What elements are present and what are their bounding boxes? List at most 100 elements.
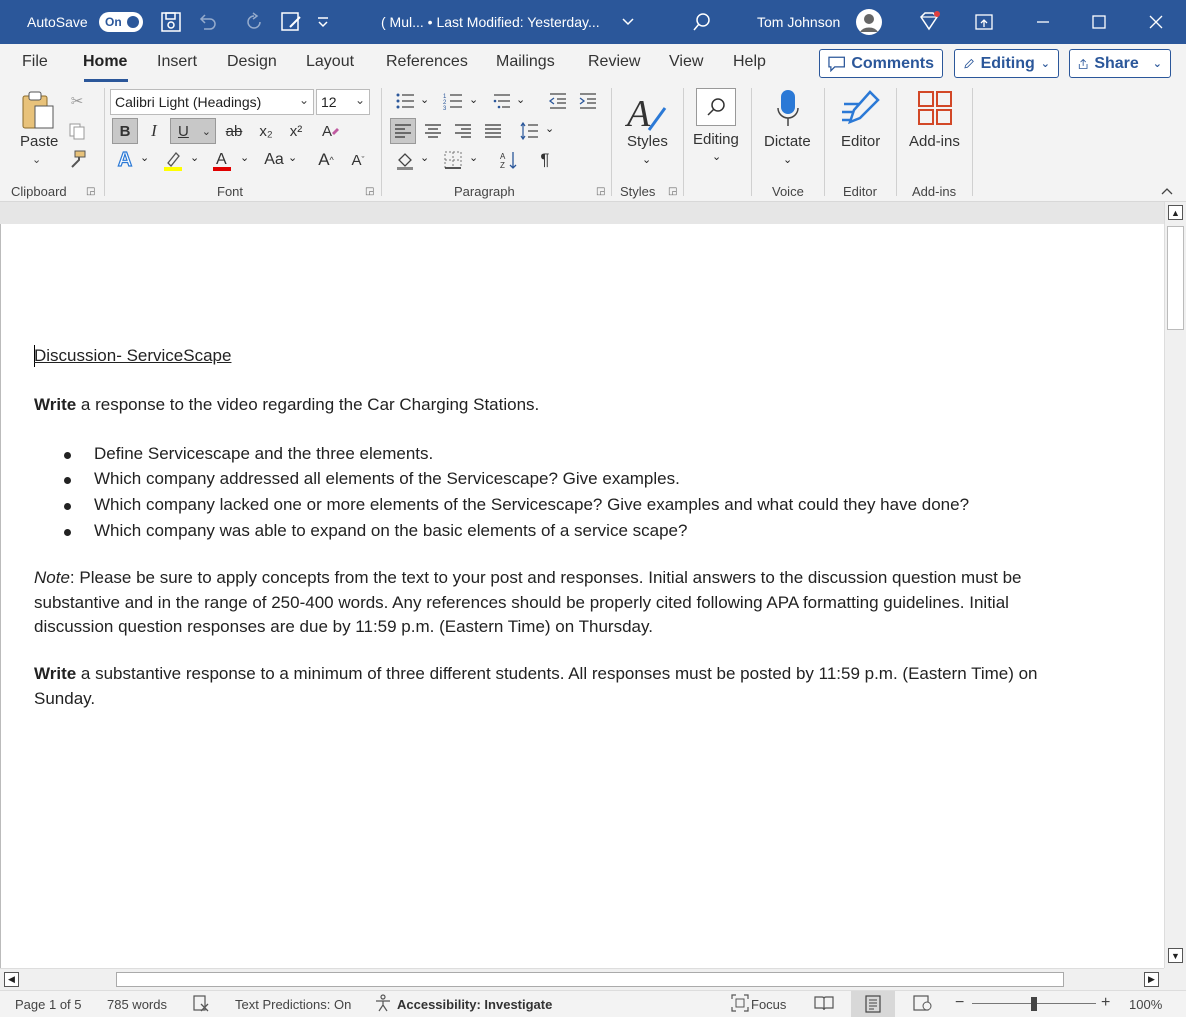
paragraph-intro[interactable]: Write a response to the video regarding … <box>34 395 539 415</box>
horizontal-scroll-thumb[interactable] <box>116 972 1064 987</box>
shading-icon[interactable] <box>392 147 418 173</box>
sort-icon[interactable]: AZ <box>496 147 522 173</box>
copy-icon[interactable] <box>64 118 90 144</box>
addins-button[interactable] <box>917 90 953 131</box>
text-predictions-status[interactable]: Text Predictions: On <box>235 997 351 1012</box>
tab-file[interactable]: File <box>22 53 48 71</box>
document-title[interactable]: ( Mul... • Last Modified: Yesterday... <box>381 0 600 44</box>
chevron-down-icon[interactable]: ⌄ <box>288 151 297 164</box>
note-line-3[interactable]: discussion question responses are due by… <box>34 617 653 637</box>
response-line-2[interactable]: Sunday. <box>34 689 95 709</box>
search-icon[interactable] <box>692 0 712 44</box>
accessibility-icon[interactable] <box>374 994 392 1015</box>
web-layout-icon[interactable] <box>913 994 933 1015</box>
proofing-icon[interactable] <box>192 994 210 1015</box>
tab-home[interactable]: Home <box>83 53 127 71</box>
underline-button[interactable]: U ⌄ <box>170 118 216 144</box>
text-effects-icon[interactable]: A <box>112 147 138 173</box>
line-spacing-icon[interactable] <box>516 118 542 144</box>
italic-button[interactable]: I <box>141 118 167 144</box>
grow-font-button[interactable]: A ^ <box>313 147 339 173</box>
collapse-ribbon-icon[interactable] <box>1160 184 1174 199</box>
chevron-down-icon[interactable]: ⌄ <box>190 151 199 164</box>
tab-references[interactable]: References <box>386 53 468 71</box>
scroll-right-arrow-icon[interactable]: ▶ <box>1144 972 1159 987</box>
chevron-down-icon[interactable]: ⌄ <box>516 93 525 106</box>
highlight-icon[interactable] <box>160 147 186 173</box>
dictate-button[interactable] <box>775 88 801 133</box>
editing-mode-button[interactable]: Editing ⌄ <box>954 49 1059 78</box>
cut-icon[interactable]: ✂ <box>64 88 90 114</box>
autosave-toggle[interactable]: On <box>99 12 143 32</box>
shrink-font-button[interactable]: Aˇ <box>345 147 371 173</box>
vertical-scroll-thumb[interactable] <box>1167 226 1184 330</box>
align-center-icon[interactable] <box>420 118 446 144</box>
redo-icon[interactable] <box>243 0 265 44</box>
minimize-icon[interactable] <box>1036 0 1050 44</box>
scroll-left-arrow-icon[interactable]: ◀ <box>4 972 19 987</box>
close-icon[interactable] <box>1149 0 1163 44</box>
tab-design[interactable]: Design <box>227 53 277 71</box>
font-color-icon[interactable]: A <box>209 147 235 173</box>
chevron-down-icon[interactable]: ⌄ <box>642 153 651 166</box>
borders-icon[interactable] <box>440 147 466 173</box>
avatar[interactable] <box>855 0 883 44</box>
strikethrough-button[interactable]: ab <box>221 118 247 144</box>
focus-icon[interactable] <box>731 994 749 1015</box>
zoom-slider-thumb[interactable] <box>1031 997 1037 1011</box>
list-item[interactable]: Which company was able to expand on the … <box>94 521 687 541</box>
document-heading[interactable]: Discussion- ServiceScape <box>34 346 231 366</box>
document-page[interactable]: Discussion- ServiceScape Write a respons… <box>0 224 1164 968</box>
show-formatting-marks-button[interactable]: ¶ <box>532 147 558 173</box>
chevron-down-icon[interactable] <box>621 0 635 44</box>
diamond-icon[interactable] <box>917 0 941 44</box>
format-painter-icon[interactable] <box>64 146 90 172</box>
zoom-level[interactable]: 100% <box>1129 997 1162 1012</box>
tab-mailings[interactable]: Mailings <box>496 53 555 71</box>
tab-review[interactable]: Review <box>588 53 640 71</box>
scroll-down-arrow-icon[interactable]: ▼ <box>1168 948 1183 963</box>
note-line-2[interactable]: substantive and in the range of 250-400 … <box>34 593 1009 613</box>
chevron-down-icon[interactable]: ⌄ <box>469 151 478 164</box>
font-size-select[interactable]: 12 ⌄ <box>316 89 370 115</box>
horizontal-scrollbar[interactable]: ◀ ▶ <box>0 968 1164 990</box>
scroll-up-arrow-icon[interactable]: ▲ <box>1168 205 1183 220</box>
word-count[interactable]: 785 words <box>107 997 167 1012</box>
change-case-button[interactable]: Aa <box>259 147 289 173</box>
share-button[interactable]: Share ⌄ <box>1069 49 1171 78</box>
justify-icon[interactable] <box>480 118 506 144</box>
undo-icon[interactable] <box>196 0 218 44</box>
list-item[interactable]: Which company lacked one or more element… <box>94 495 969 515</box>
list-item[interactable]: Define Servicescape and the three elemen… <box>94 444 433 464</box>
paragraph-response-line-1[interactable]: Write a substantive response to a minimu… <box>34 664 1038 684</box>
multilevel-list-icon[interactable] <box>489 88 515 114</box>
editor-button[interactable] <box>840 88 882 133</box>
list-item[interactable]: Which company addressed all elements of … <box>94 469 680 489</box>
paste-button[interactable] <box>20 90 56 135</box>
bold-button[interactable]: B <box>112 118 138 144</box>
comments-button[interactable]: Comments <box>819 49 943 78</box>
numbering-icon[interactable]: 123 <box>440 88 466 114</box>
read-mode-icon[interactable] <box>814 994 834 1015</box>
tab-help[interactable]: Help <box>733 53 766 71</box>
accessibility-status[interactable]: Accessibility: Investigate <box>397 997 552 1012</box>
zoom-in-icon[interactable]: + <box>1101 994 1110 1012</box>
user-name[interactable]: Tom Johnson <box>757 0 840 44</box>
page-count[interactable]: Page 1 of 5 <box>15 997 82 1012</box>
ribbon-display-icon[interactable] <box>975 0 993 44</box>
clear-formatting-icon[interactable]: A <box>317 118 343 144</box>
chevron-down-icon[interactable]: ⌄ <box>545 122 554 135</box>
paragraph-launcher-icon[interactable]: ◲ <box>596 186 605 197</box>
superscript-button[interactable]: x² <box>283 118 309 144</box>
increase-indent-icon[interactable] <box>575 88 601 114</box>
chevron-down-icon[interactable]: ⌄ <box>420 151 429 164</box>
font-launcher-icon[interactable]: ◲ <box>365 186 374 197</box>
font-name-select[interactable]: Calibri Light (Headings) ⌄ <box>110 89 314 115</box>
focus-label[interactable]: Focus <box>751 997 786 1012</box>
chevron-down-icon[interactable]: ⌄ <box>32 153 41 166</box>
tab-view[interactable]: View <box>669 53 703 71</box>
tab-layout[interactable]: Layout <box>306 53 354 71</box>
styles-button[interactable]: A <box>624 90 669 137</box>
chevron-down-icon[interactable]: ⌄ <box>469 93 478 106</box>
editing-find-button[interactable] <box>696 88 736 126</box>
